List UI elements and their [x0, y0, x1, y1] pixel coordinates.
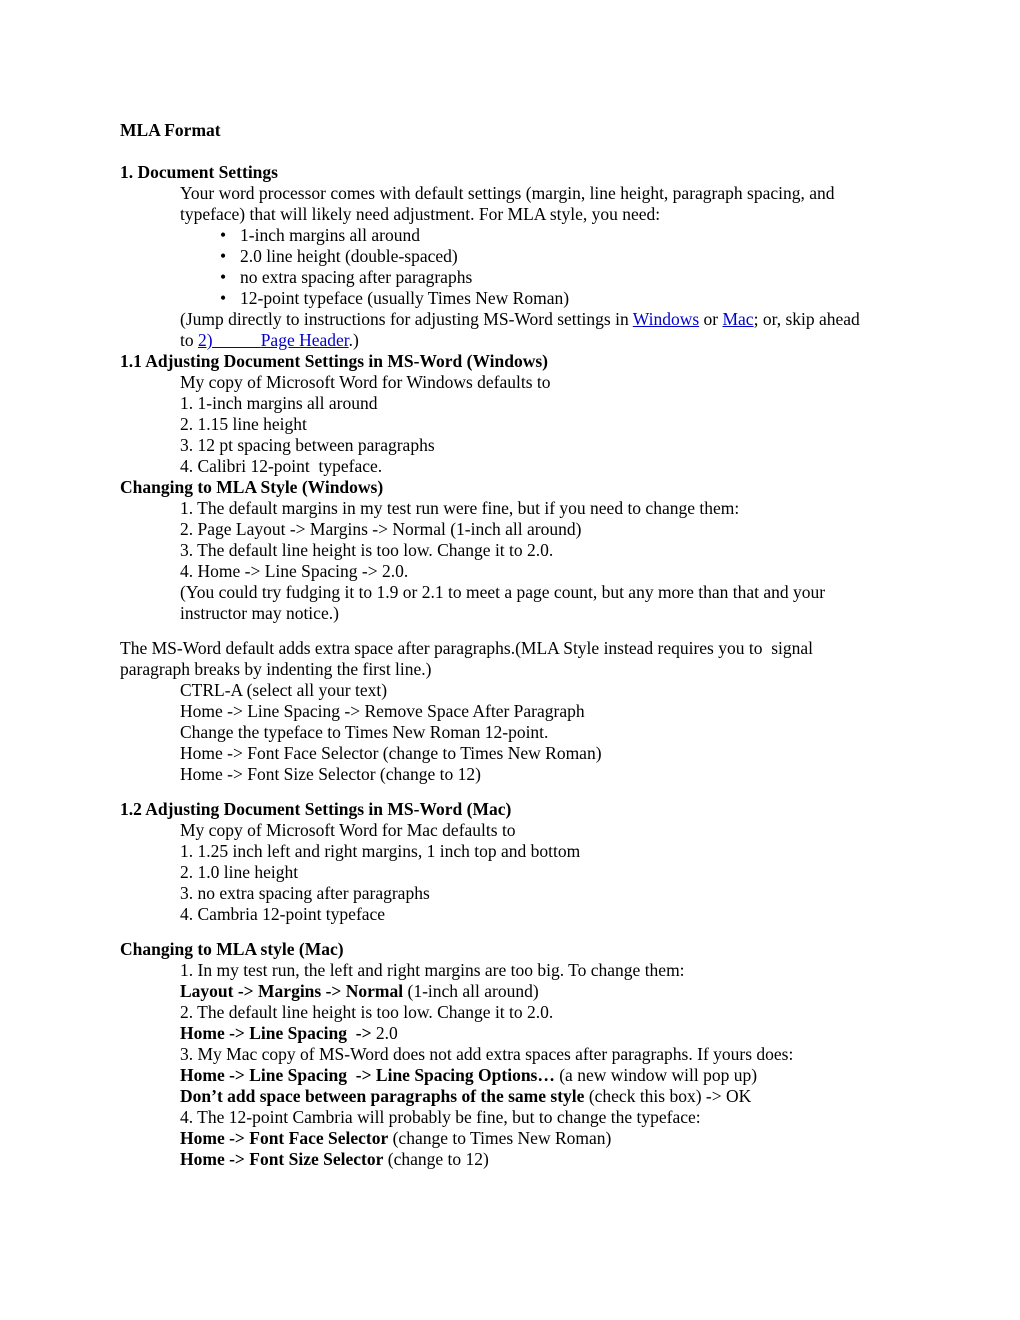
mac-step-plain: (change to Times New Roman)	[388, 1128, 612, 1148]
mac-step-plain: (1-inch all around)	[403, 981, 539, 1001]
section-heading-document-settings: 1. Document Settings	[120, 162, 278, 182]
mac-default-item: 4. Cambria 12-point typeface	[180, 904, 386, 924]
section-intro-text: Your word processor comes with default s…	[180, 183, 839, 224]
mac-default-item: 2. 1.0 line height	[180, 862, 299, 882]
windows-default-item: 1. 1-inch margins all around	[180, 393, 378, 413]
windows-paragraph-step: CTRL-A (select all your text)	[180, 680, 388, 700]
document-body: MLA Format 1. Document Settings Your wor…	[120, 120, 880, 1170]
mac-step-bold: Home -> Line Spacing -> Line Spacing Opt…	[180, 1065, 555, 1085]
windows-change-step: 3. The default line height is too low. C…	[180, 540, 554, 560]
mac-step-bold: Don’t add space between paragraphs of th…	[180, 1086, 585, 1106]
mac-change-step: 1. In my test run, the left and right ma…	[120, 960, 880, 981]
mac-step-bold: Home -> Line Spacing ->	[180, 1023, 372, 1043]
windows-change-note: (You could try fudging it to 1.9 or 2.1 …	[180, 582, 830, 623]
mac-step-plain: (a new window will pop up)	[554, 1065, 758, 1085]
mac-default-item: 3. no extra spacing after paragraphs	[180, 883, 430, 903]
jump-note-text-between: or	[699, 309, 723, 329]
subheading-changing-mac: Changing to MLA style (Mac)	[120, 939, 344, 959]
windows-default-item: 4. Calibri 12-point typeface.	[180, 456, 383, 476]
mac-step-plain: 1. In my test run, the left and right ma…	[180, 960, 685, 980]
mac-change-step: 4. The 12-point Cambria will probably be…	[120, 1107, 880, 1128]
list-item: • no extra spacing after paragraphs	[120, 267, 880, 288]
bullet-icon: •	[220, 225, 227, 245]
section-heading-windows: 1.1 Adjusting Document Settings in MS-Wo…	[120, 351, 548, 371]
document-page: MLA Format 1. Document Settings Your wor…	[0, 0, 1020, 1320]
mac-change-step: Home -> Font Size Selector (change to 12…	[120, 1149, 880, 1170]
mac-step-plain: (check this box) -> OK	[584, 1086, 752, 1106]
windows-default-item: 3. 12 pt spacing between paragraphs	[180, 435, 435, 455]
bullet-icon: •	[220, 288, 227, 308]
jump-note-paragraph: (Jump directly to instructions for adjus…	[120, 309, 880, 351]
mac-intro-text: My copy of Microsoft Word for Mac defaul…	[180, 820, 516, 840]
link-wrap-underline-pad	[213, 330, 261, 350]
mac-default-item: 1. 1.25 inch left and right margins, 1 i…	[180, 841, 581, 861]
windows-paragraph-step: Home -> Line Spacing -> Remove Space Aft…	[180, 701, 585, 721]
mac-step-bold: Home -> Font Face Selector	[180, 1128, 389, 1148]
list-item-label: no extra spacing after paragraphs	[240, 267, 473, 287]
mac-step-bold: Home -> Font Size Selector	[180, 1149, 384, 1169]
list-item: • 12-point typeface (usually Times New R…	[120, 288, 880, 309]
mac-change-step: 3. My Mac copy of MS-Word does not add e…	[120, 1044, 880, 1065]
mac-step-plain: (change to 12)	[383, 1149, 489, 1169]
mac-step-plain: 3. My Mac copy of MS-Word does not add e…	[180, 1044, 794, 1064]
windows-paragraph-step: Home -> Font Size Selector (change to 12…	[180, 764, 481, 784]
windows-change-step: 1. The default margins in my test run we…	[180, 498, 740, 518]
mac-change-step: Home -> Font Face Selector (change to Ti…	[120, 1128, 880, 1149]
mac-step-plain: 2. The default line height is too low. C…	[180, 1002, 554, 1022]
list-item-label: 1-inch margins all around	[240, 225, 420, 245]
requirements-bullet-list: • 1-inch margins all around • 2.0 line h…	[120, 225, 880, 309]
bullet-icon: •	[220, 267, 227, 287]
link-windows[interactable]: Windows	[633, 309, 699, 329]
mac-change-step: Layout -> Margins -> Normal (1-inch all …	[120, 981, 880, 1002]
windows-change-step: 4. Home -> Line Spacing -> 2.0.	[180, 561, 409, 581]
mac-step-bold: Layout -> Margins -> Normal	[180, 981, 404, 1001]
link-page-header[interactable]: Page Header	[261, 330, 349, 350]
mac-step-plain: 4. The 12-point Cambria will probably be…	[180, 1107, 701, 1127]
link-mac[interactable]: Mac	[722, 309, 753, 329]
link-page-header-number[interactable]: 2)	[198, 330, 213, 350]
list-item: • 2.0 line height (double-spaced)	[120, 246, 880, 267]
mac-change-step: Home -> Line Spacing -> Line Spacing Opt…	[120, 1065, 880, 1086]
windows-paragraph-step: Change the typeface to Times New Roman 1…	[180, 722, 549, 742]
section-heading-mac: 1.2 Adjusting Document Settings in MS-Wo…	[120, 799, 512, 819]
windows-paragraph-step: Home -> Font Face Selector (change to Ti…	[180, 743, 602, 763]
mac-step-plain: 2.0	[371, 1023, 398, 1043]
mac-change-step: Don’t add space between paragraphs of th…	[120, 1086, 880, 1107]
mac-change-step: Home -> Line Spacing -> 2.0	[120, 1023, 880, 1044]
paragraph-spacing-note: The MS-Word default adds extra space aft…	[120, 638, 818, 679]
subheading-changing-windows: Changing to MLA Style (Windows)	[120, 477, 384, 497]
bullet-icon: •	[220, 246, 227, 266]
list-item-label: 2.0 line height (double-spaced)	[240, 246, 458, 266]
windows-change-step: 2. Page Layout -> Margins -> Normal (1-i…	[180, 519, 582, 539]
windows-default-item: 2. 1.15 line height	[180, 414, 307, 434]
jump-note-text-before: (Jump directly to instructions for adjus…	[180, 309, 633, 329]
mac-change-step: 2. The default line height is too low. C…	[120, 1002, 880, 1023]
list-item-label: 12-point typeface (usually Times New Rom…	[240, 288, 570, 308]
windows-intro-text: My copy of Microsoft Word for Windows de…	[180, 372, 551, 392]
jump-note-closing: .)	[348, 330, 359, 350]
list-item: • 1-inch margins all around	[120, 225, 880, 246]
document-title: MLA Format	[120, 120, 221, 140]
